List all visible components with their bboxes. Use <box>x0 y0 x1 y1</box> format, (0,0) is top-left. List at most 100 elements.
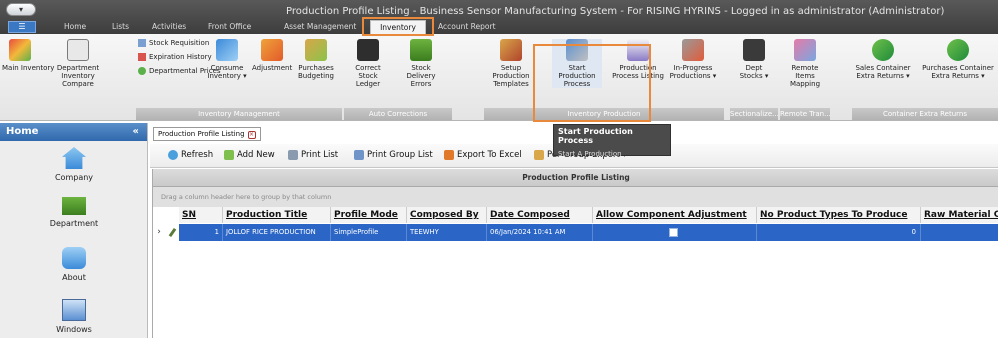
export-icon <box>534 150 544 160</box>
template-box-icon <box>500 39 522 61</box>
main-inventory-button[interactable]: Main Inventory <box>2 39 54 72</box>
add-new-button[interactable]: Add New <box>224 150 275 160</box>
group-container-extra-returns: Container Extra Returns <box>852 108 998 120</box>
hierarchy-icon <box>62 197 86 215</box>
group-sectionalize: Sectionalize... <box>730 108 778 120</box>
tab-home[interactable]: Home <box>64 22 86 31</box>
production-process-listing-button[interactable]: Production Process Listing <box>612 39 664 80</box>
sidebar-item-about[interactable]: About <box>0 247 148 282</box>
tab-inventory[interactable]: Inventory <box>370 20 426 34</box>
column-header-raw-material[interactable]: Raw Material C <box>921 207 998 223</box>
faucet-icon <box>62 247 86 269</box>
collapse-chevron-icon[interactable]: « <box>133 123 139 141</box>
table-row[interactable]: 1 JOLLOF RICE PRODUCTION SimpleProfile T… <box>153 224 998 241</box>
mapping-icon <box>794 39 816 61</box>
print-group-list-button[interactable]: Print Group List <box>354 150 433 160</box>
quick-access-menu-button[interactable]: ▾ <box>6 3 36 16</box>
tools-icon <box>566 39 588 61</box>
cell-composed-by: TEEWHY <box>407 224 487 241</box>
department-inventory-compare-button[interactable]: Department Inventory Compare <box>46 39 110 88</box>
column-header-no-product-types[interactable]: No Product Types To Produce <box>757 207 921 223</box>
cell-date-composed: 06/Jan/2024 10:41 AM <box>487 224 593 241</box>
column-header-sn[interactable]: SN <box>179 207 223 223</box>
printer-icon <box>288 150 298 160</box>
in-progress-productions-button[interactable]: In-Progress Productions ▾ <box>668 39 718 80</box>
export-to-excel-button[interactable]: Export To Excel <box>444 150 522 160</box>
budget-box-icon <box>305 39 327 61</box>
sidebar-item-company[interactable]: Company <box>0 147 148 182</box>
group-inventory-management: Inventory Management <box>136 108 342 120</box>
sidebar-item-windows[interactable]: Windows <box>0 299 148 334</box>
list-icon <box>138 39 146 47</box>
wrench-icon <box>682 39 704 61</box>
tab-asset-management[interactable]: Asset Management <box>284 22 356 31</box>
window-icon <box>62 299 86 321</box>
recycle-icon <box>872 39 894 61</box>
column-header-production-title[interactable]: Production Title <box>223 207 331 223</box>
print-list-button[interactable]: Print List <box>288 150 338 160</box>
stock-requisition-button[interactable]: Stock Requisition <box>138 39 209 47</box>
row-indicator-icon: › <box>153 224 165 241</box>
recycle-icon <box>947 39 969 61</box>
consume-inventory-button[interactable]: Consume Inventory ▾ <box>206 39 248 80</box>
production-profile-grid: Production Profile Listing Drag a column… <box>152 169 998 338</box>
excel-icon <box>444 150 454 160</box>
sidebar-item-department[interactable]: Department <box>0 197 148 228</box>
correct-stock-ledger-button[interactable]: Correct Stock Ledger <box>348 39 388 88</box>
cell-sn: 1 <box>179 224 223 241</box>
remote-items-mapping-button[interactable]: Remote Items Mapping <box>782 39 828 88</box>
window-title: Production Profile Listing - Business Se… <box>286 6 945 17</box>
tab-lists[interactable]: Lists <box>112 22 129 31</box>
close-tab-icon[interactable]: × <box>247 131 256 139</box>
tab-account-report[interactable]: Account Report <box>438 22 496 31</box>
purchases-container-extra-returns-button[interactable]: Purchases Container Extra Returns ▾ <box>918 39 998 80</box>
sales-container-extra-returns-button[interactable]: Sales Container Extra Returns ▾ <box>852 39 914 80</box>
inventory-icon <box>9 39 31 61</box>
setup-production-templates-button[interactable]: Setup Production Templates <box>486 39 536 88</box>
column-header-date-composed[interactable]: Date Composed <box>487 207 593 223</box>
adjustment-icon <box>261 39 283 61</box>
title-bar: ▾ Production Profile Listing - Business … <box>0 0 998 34</box>
cell-raw-material <box>921 224 998 241</box>
dept-stocks-button[interactable]: Dept Stocks ▾ <box>734 39 774 80</box>
sidebar-header: Home « <box>0 123 147 141</box>
grid-title: Production Profile Listing <box>153 169 998 187</box>
document-tab-production-profile-listing[interactable]: Production Profile Listing × <box>153 127 261 141</box>
group-inventory-production: Inventory Production <box>484 108 724 120</box>
purchases-budgeting-button[interactable]: Purchases Budgeting <box>296 39 336 80</box>
ledger-icon <box>357 39 379 61</box>
expiration-history-button[interactable]: Expiration History <box>138 53 212 61</box>
hierarchy-icon <box>410 39 432 61</box>
cell-allow-component-adjustment <box>593 224 757 241</box>
print-group-icon <box>354 150 364 160</box>
allow-adjustment-checkbox[interactable] <box>669 228 678 237</box>
consume-icon <box>216 39 238 61</box>
printer-stock-icon <box>743 39 765 61</box>
pencil-icon <box>168 227 176 238</box>
group-by-panel[interactable]: Drag a column header here to group by th… <box>153 187 998 207</box>
start-production-tooltip: Start Production Process Start A Product… <box>553 124 671 158</box>
cell-no-product-types: 0 <box>757 224 921 241</box>
group-auto-corrections: Auto Corrections <box>344 108 452 120</box>
group-remote-tran: Remote Tran... <box>780 108 830 120</box>
listing-icon <box>627 39 649 61</box>
refresh-icon <box>168 150 178 160</box>
tab-front-office[interactable]: Front Office <box>208 22 251 31</box>
column-header-composed-by[interactable]: Composed By <box>407 207 487 223</box>
prices-icon <box>138 67 146 75</box>
adjustment-button[interactable]: Adjustment <box>252 39 292 72</box>
cell-production-title: JOLLOF RICE PRODUCTION <box>223 224 331 241</box>
stock-delivery-errors-button[interactable]: Stock Delivery Errors <box>396 39 446 88</box>
add-icon <box>224 150 234 160</box>
house-icon <box>62 147 86 169</box>
start-production-process-button[interactable]: Start Production Process <box>552 39 602 88</box>
edit-row-button[interactable] <box>165 224 179 241</box>
column-header-profile-mode[interactable]: Profile Mode <box>331 207 407 223</box>
calendar-icon <box>138 53 146 61</box>
column-header-allow-component-adjustment[interactable]: Allow Component Adjustment <box>593 207 757 223</box>
application-menu-button[interactable]: ☰ <box>8 21 36 33</box>
refresh-button[interactable]: Refresh <box>168 150 213 160</box>
tab-activities[interactable]: Activities <box>152 22 186 31</box>
cell-profile-mode: SimpleProfile <box>331 224 407 241</box>
clipboard-check-icon <box>67 39 89 61</box>
